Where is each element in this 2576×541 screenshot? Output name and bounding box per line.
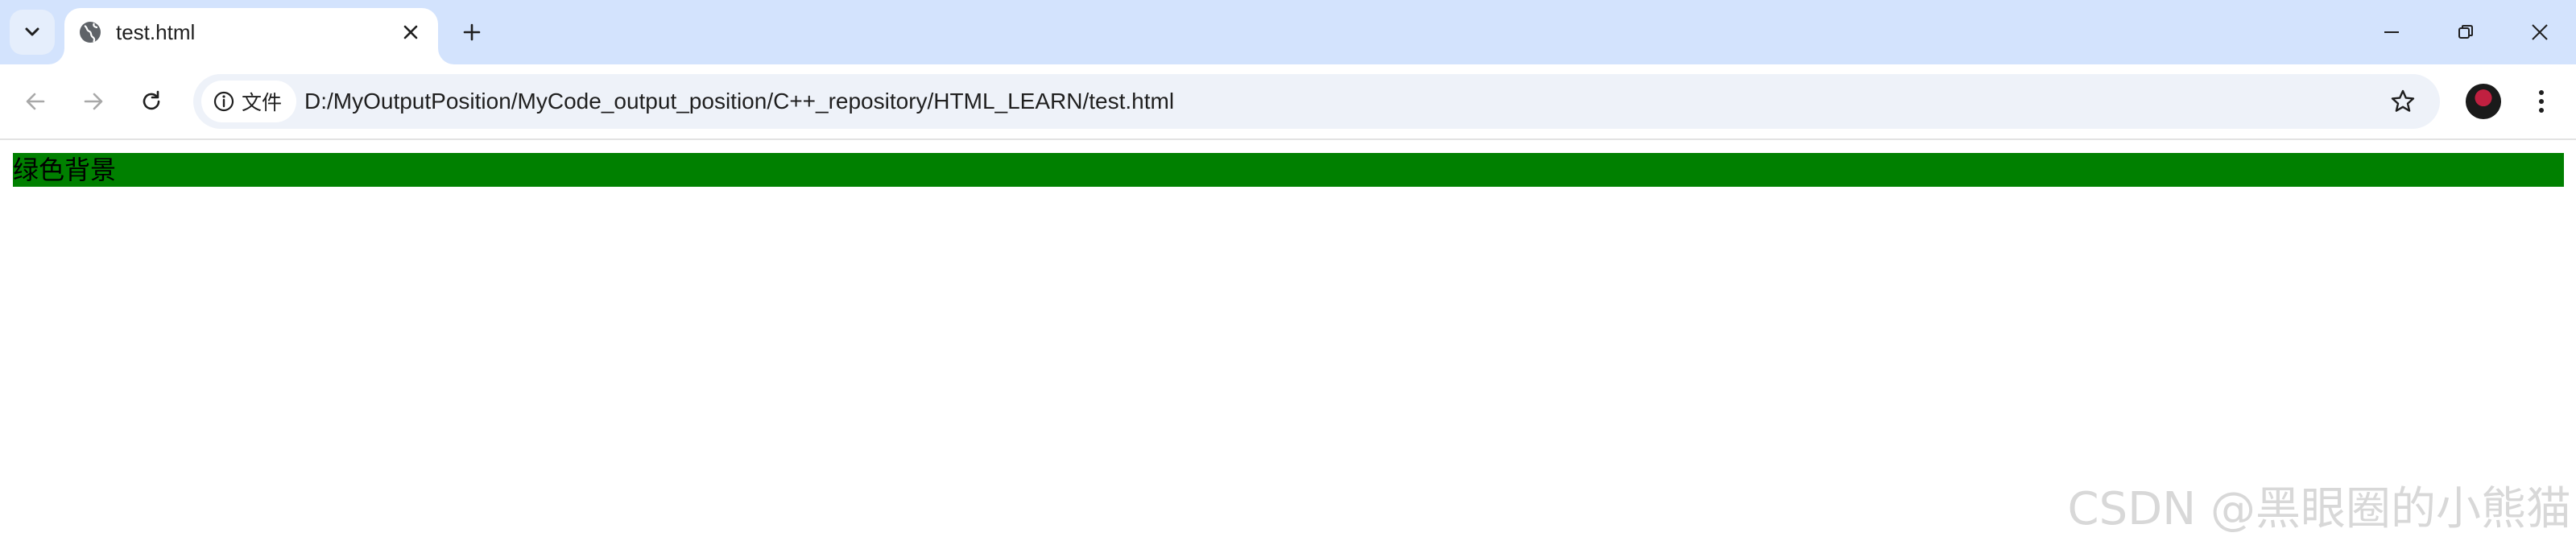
minimize-button[interactable]: [2367, 11, 2416, 53]
menu-button[interactable]: [2524, 84, 2559, 119]
chevron-down-icon: [25, 27, 39, 36]
info-icon: [213, 91, 234, 112]
forward-button[interactable]: [71, 79, 116, 124]
site-chip-label: 文件: [242, 91, 283, 114]
minimize-icon: [2384, 31, 2399, 33]
reload-icon: [143, 90, 160, 110]
address-bar[interactable]: 文件 D:/MyOutputPosition/MyCode_output_pos…: [193, 74, 2440, 129]
new-tab-button[interactable]: [454, 14, 490, 50]
site-info-chip[interactable]: 文件: [201, 81, 296, 122]
arrow-right-icon: [84, 93, 103, 110]
green-background-div: 绿色背景: [13, 153, 2564, 187]
browser-toolbar: 文件 D:/MyOutputPosition/MyCode_output_pos…: [0, 64, 2576, 140]
back-button[interactable]: [13, 79, 58, 124]
reload-button[interactable]: [129, 79, 174, 124]
bookmark-button[interactable]: [2387, 85, 2419, 118]
restore-button[interactable]: [2442, 11, 2490, 53]
tab-close-button[interactable]: [395, 16, 427, 48]
tab-active[interactable]: test.html: [64, 8, 438, 64]
globe-icon: [77, 19, 103, 45]
profile-avatar[interactable]: [2466, 84, 2501, 119]
restore-icon: [2458, 25, 2473, 39]
close-icon: [403, 25, 418, 39]
arrow-left-icon: [26, 93, 45, 110]
url-text[interactable]: D:/MyOutputPosition/MyCode_output_positi…: [304, 74, 1174, 129]
tab-title: test.html: [116, 20, 196, 44]
star-icon: [2391, 89, 2415, 112]
kebab-icon: [2539, 90, 2544, 113]
csdn-watermark: CSDN @黑眼圈的小熊猫: [2067, 483, 2571, 535]
green-background-text: 绿色背景: [13, 155, 117, 185]
tab-strip: test.html: [0, 0, 2576, 64]
close-window-button[interactable]: [2516, 11, 2564, 53]
close-icon: [2532, 24, 2548, 40]
plus-icon: [463, 23, 481, 41]
